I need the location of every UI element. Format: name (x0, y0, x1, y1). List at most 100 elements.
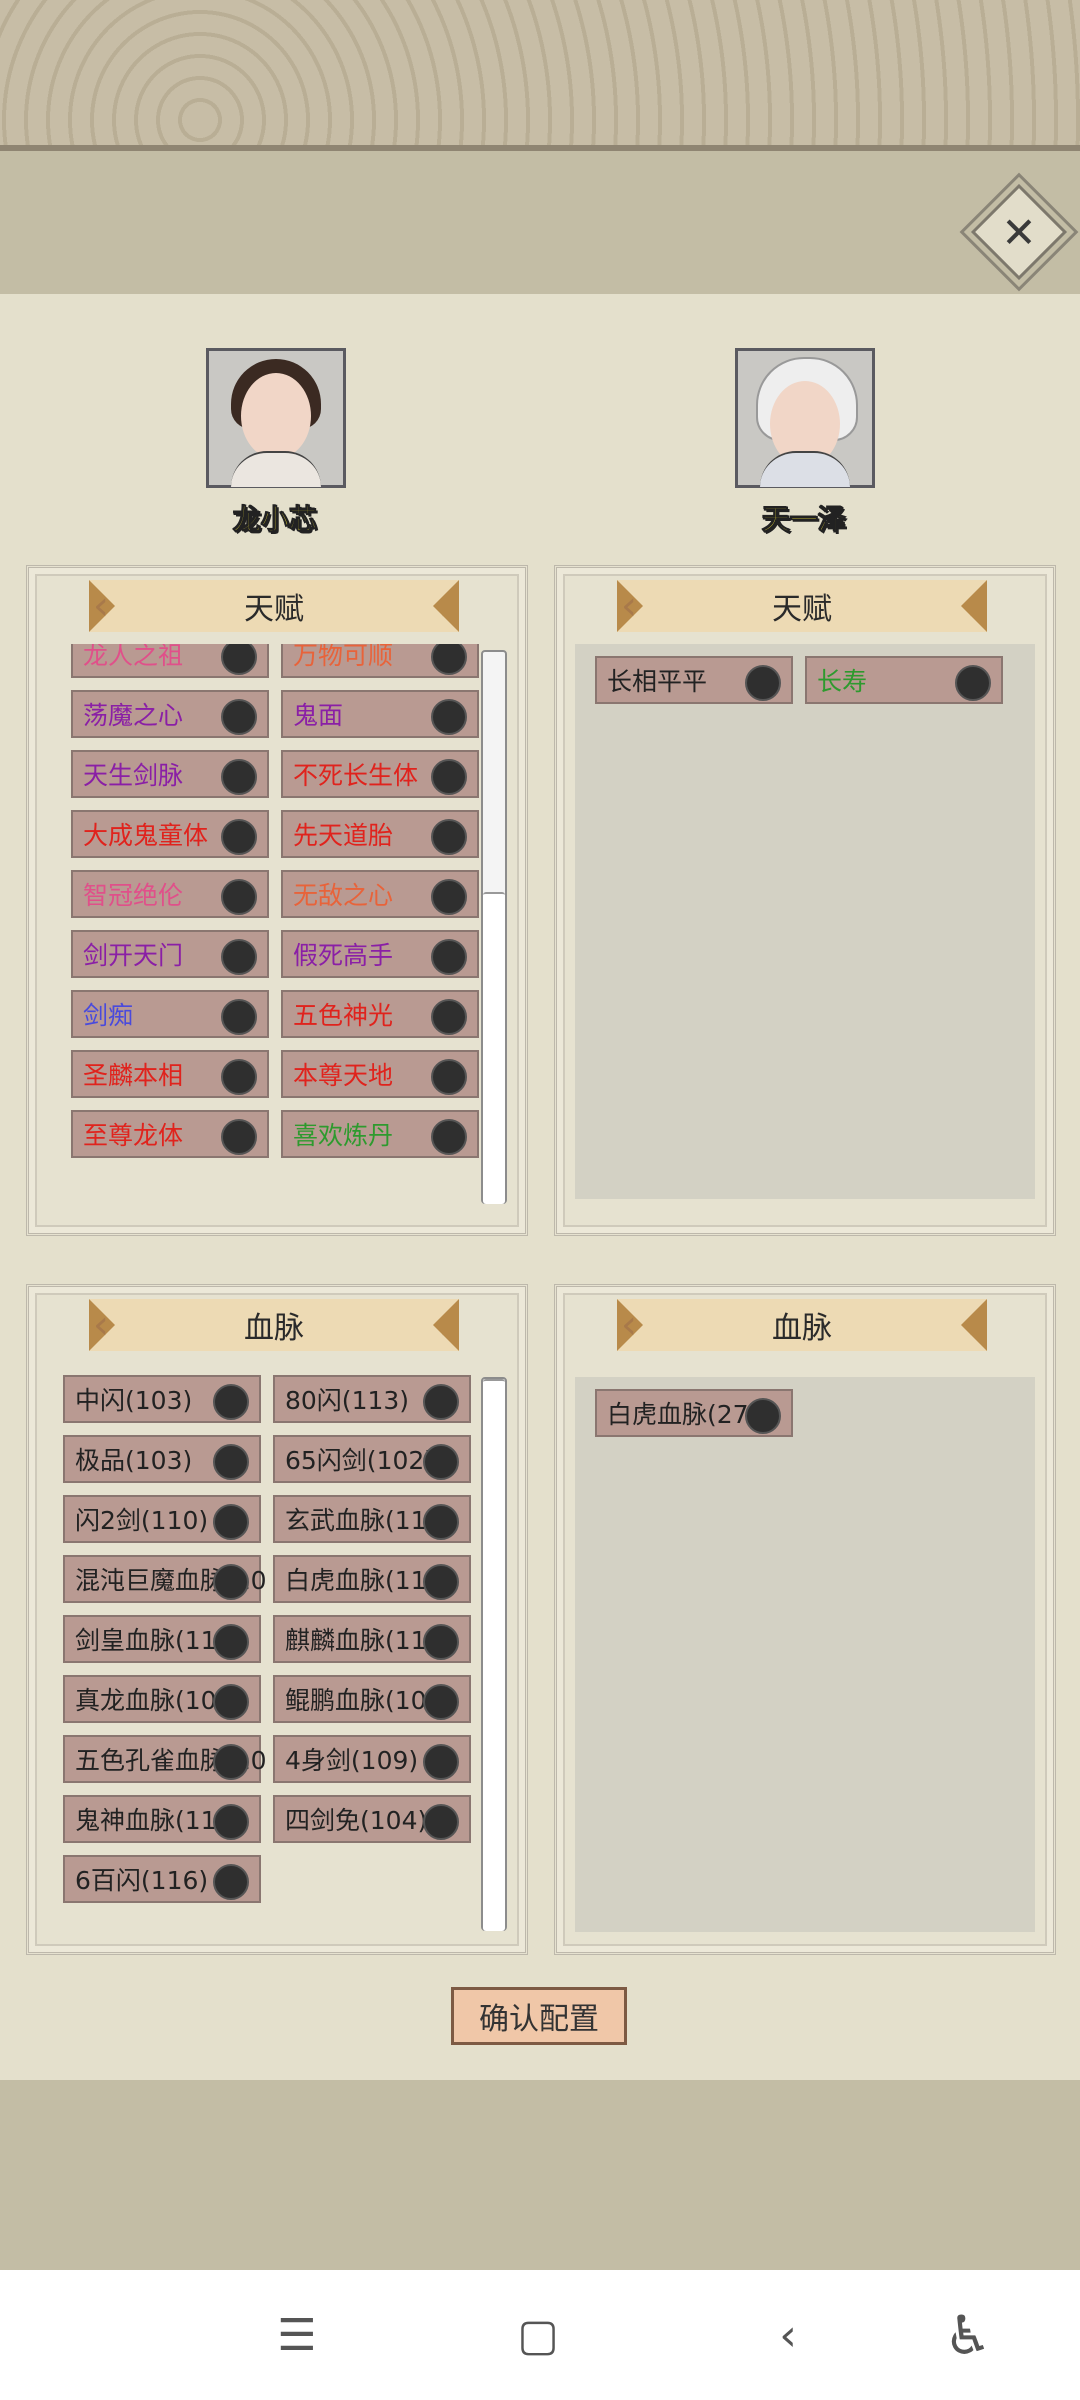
item-chip[interactable]: 喜欢炼丹 (281, 1110, 479, 1158)
toggle-dot-icon[interactable] (745, 665, 781, 701)
item-chip[interactable]: 龙人之祖 (71, 644, 269, 678)
home-icon[interactable]: ▢ (498, 2270, 578, 2400)
bloodline-list-right[interactable]: 白虎血脉(27) (575, 1377, 1035, 1932)
item-label: 剑痴 (83, 1001, 134, 1030)
item-chip[interactable]: 圣麟本相 (71, 1050, 269, 1098)
item-chip[interactable]: 65闪剑(102) (273, 1435, 471, 1483)
arrow-right-icon: › (439, 583, 455, 629)
toggle-dot-icon[interactable] (431, 819, 467, 855)
toggle-dot-icon[interactable] (431, 1059, 467, 1095)
item-chip[interactable]: 天生剑脉 (71, 750, 269, 798)
talent-list-left[interactable]: 龙人之祖 万物可顺 荡魔之心 鬼面 天生剑脉 不死长生体 大成鬼童体 先天道胎 智冠绝伦 无敌之心… (47, 644, 507, 1199)
toggle-dot-icon[interactable] (431, 759, 467, 795)
toggle-dot-icon[interactable] (221, 1119, 257, 1155)
toggle-dot-icon[interactable] (221, 1059, 257, 1095)
arrow-right-icon: › (967, 1302, 983, 1348)
item-label: 喜欢炼丹 (293, 1121, 394, 1150)
scrollbar[interactable] (481, 650, 507, 1204)
item-chip[interactable]: 长寿 (805, 656, 1003, 704)
item-chip[interactable]: 剑开天门 (71, 930, 269, 978)
item-label: 80闪(113) (285, 1386, 410, 1415)
toggle-dot-icon[interactable] (213, 1624, 249, 1660)
toggle-dot-icon[interactable] (745, 1398, 781, 1434)
toggle-dot-icon[interactable] (213, 1684, 249, 1720)
item-chip[interactable]: 五色孔雀血脉(10 (63, 1735, 267, 1783)
toggle-dot-icon[interactable] (431, 644, 467, 675)
item-chip[interactable]: 真龙血脉(104) (63, 1675, 261, 1723)
item-chip[interactable]: 80闪(113) (273, 1375, 471, 1423)
toggle-dot-icon[interactable] (431, 699, 467, 735)
toggle-dot-icon[interactable] (213, 1864, 249, 1900)
item-chip[interactable]: 至尊龙体 (71, 1110, 269, 1158)
item-label: 长寿 (817, 667, 868, 696)
toggle-dot-icon[interactable] (221, 939, 257, 975)
toggle-dot-icon[interactable] (423, 1444, 459, 1480)
talent-grid-left: 龙人之祖 万物可顺 荡魔之心 鬼面 天生剑脉 不死长生体 大成鬼童体 先天道胎 智冠绝伦 无敌之心… (71, 644, 479, 1158)
item-chip[interactable]: 剑痴 (71, 990, 269, 1038)
item-chip[interactable]: 四剑免(104) (273, 1795, 471, 1843)
accessibility-icon[interactable]: ♿ (928, 2270, 1008, 2400)
item-chip[interactable]: 鬼神血脉(110) (63, 1795, 261, 1843)
toggle-dot-icon[interactable] (431, 939, 467, 975)
item-chip[interactable]: 4身剑(109) (273, 1735, 471, 1783)
menu-icon[interactable]: ☰ (257, 2270, 337, 2400)
back-icon[interactable]: ‹ (748, 2270, 828, 2400)
toggle-dot-icon[interactable] (423, 1504, 459, 1540)
item-chip[interactable]: 剑皇血脉(114) (63, 1615, 261, 1663)
confirm-config-button[interactable]: 确认配置 (451, 1987, 627, 2045)
item-chip[interactable]: 白虎血脉(114) (273, 1555, 471, 1603)
toggle-dot-icon[interactable] (423, 1804, 459, 1840)
item-chip[interactable]: 极品(103) (63, 1435, 261, 1483)
item-chip[interactable]: 荡魔之心 (71, 690, 269, 738)
item-chip[interactable]: 智冠绝伦 (71, 870, 269, 918)
item-chip[interactable]: 本尊天地 (281, 1050, 479, 1098)
item-chip[interactable]: 鬼面 (281, 690, 479, 738)
toggle-dot-icon[interactable] (221, 999, 257, 1035)
toggle-dot-icon[interactable] (221, 759, 257, 795)
toggle-dot-icon[interactable] (221, 699, 257, 735)
item-chip[interactable]: 鲲鹏血脉(101) (273, 1675, 471, 1723)
item-chip[interactable]: 麒麟血脉(110) (273, 1615, 471, 1663)
item-chip[interactable]: 闪2剑(110) (63, 1495, 261, 1543)
scroll-thumb[interactable] (483, 1379, 505, 1931)
talent-list-right[interactable]: 长相平平 长寿 (575, 644, 1035, 1199)
toggle-dot-icon[interactable] (423, 1684, 459, 1720)
toggle-dot-icon[interactable] (431, 999, 467, 1035)
item-chip[interactable]: 先天道胎 (281, 810, 479, 858)
toggle-dot-icon[interactable] (431, 1119, 467, 1155)
toggle-dot-icon[interactable] (221, 819, 257, 855)
item-label: 无敌之心 (293, 881, 394, 910)
item-chip[interactable]: 无敌之心 (281, 870, 479, 918)
item-chip[interactable]: 万物可顺 (281, 644, 479, 678)
scrollbar[interactable] (481, 1377, 507, 1931)
toggle-dot-icon[interactable] (423, 1624, 459, 1660)
toggle-dot-icon[interactable] (213, 1744, 249, 1780)
toggle-dot-icon[interactable] (423, 1744, 459, 1780)
item-chip[interactable]: 中闪(103) (63, 1375, 261, 1423)
item-label: 4身剑(109) (285, 1746, 419, 1775)
toggle-dot-icon[interactable] (213, 1804, 249, 1840)
bloodline-list-left[interactable]: 中闪(103) 80闪(113) 极品(103) 65闪剑(102) 闪2剑(110) 玄… (47, 1363, 477, 1918)
toggle-dot-icon[interactable] (213, 1504, 249, 1540)
toggle-dot-icon[interactable] (955, 665, 991, 701)
item-chip[interactable]: 不死长生体 (281, 750, 479, 798)
item-chip[interactable]: 假死高手 (281, 930, 479, 978)
toggle-dot-icon[interactable] (431, 879, 467, 915)
toggle-dot-icon[interactable] (213, 1564, 249, 1600)
header-strip (0, 151, 1080, 294)
toggle-dot-icon[interactable] (213, 1384, 249, 1420)
toggle-dot-icon[interactable] (221, 644, 257, 675)
item-chip[interactable]: 长相平平 (595, 656, 793, 704)
toggle-dot-icon[interactable] (423, 1564, 459, 1600)
scroll-thumb[interactable] (483, 892, 505, 1204)
item-chip[interactable]: 玄武血脉(112) (273, 1495, 471, 1543)
item-chip[interactable]: 白虎血脉(27) (595, 1389, 793, 1437)
item-chip[interactable]: 6百闪(116) (63, 1855, 261, 1903)
item-chip[interactable]: 混沌巨魔血脉(10 (63, 1555, 267, 1603)
item-chip[interactable]: 五色神光 (281, 990, 479, 1038)
toggle-dot-icon[interactable] (423, 1384, 459, 1420)
toggle-dot-icon[interactable] (221, 879, 257, 915)
toggle-dot-icon[interactable] (213, 1444, 249, 1480)
item-chip[interactable]: 大成鬼童体 (71, 810, 269, 858)
panel-title-text: 血脉 (244, 1311, 304, 1346)
